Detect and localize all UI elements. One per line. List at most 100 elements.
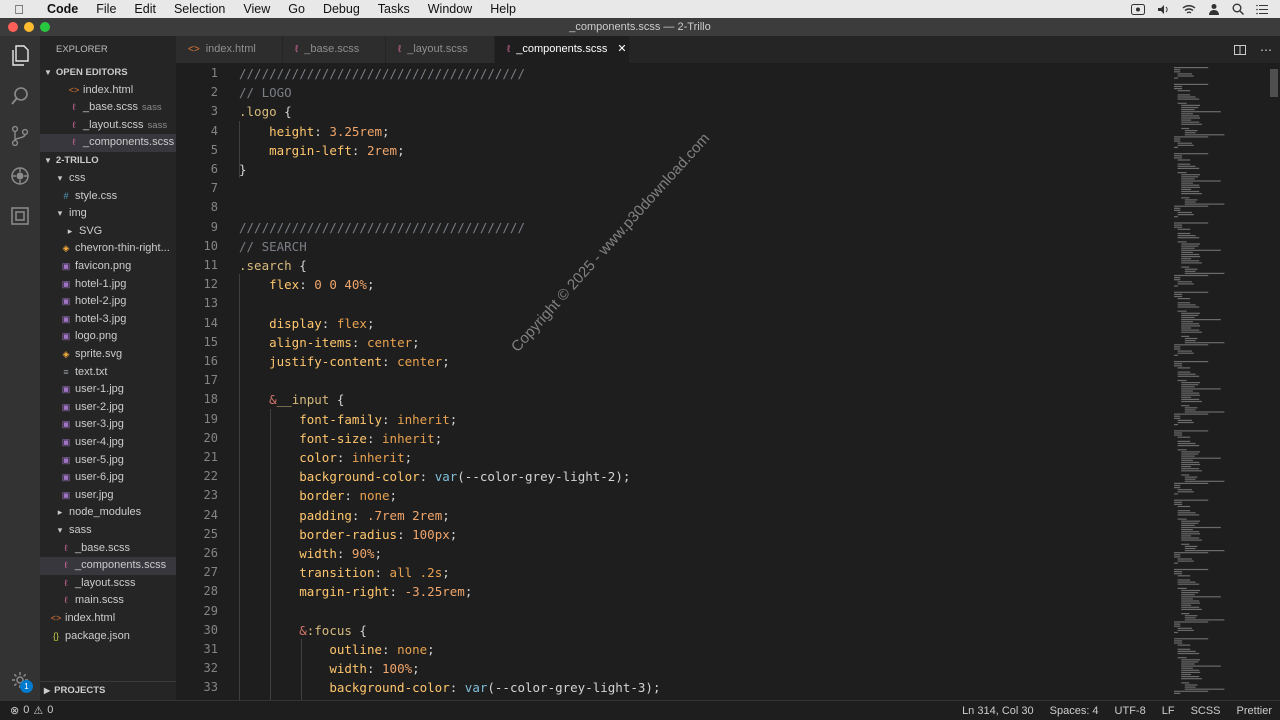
code-line[interactable]: 22 background-color: var(--color-grey-li… <box>176 467 1166 486</box>
formatter-status[interactable]: Prettier <box>1237 705 1272 717</box>
projects-section[interactable]: ▶ PROJECTS <box>40 681 176 699</box>
tree-file-text-txt[interactable]: ≡ text.txt <box>40 364 176 382</box>
open-editor-base-scss[interactable]: ℓ _base.scss sass <box>40 99 176 117</box>
notification-center-icon[interactable] <box>1256 4 1268 15</box>
menu-edit[interactable]: Edit <box>125 2 165 16</box>
tree-file-main-scss[interactable]: ℓ main.scss <box>40 592 176 610</box>
tree-folder-node-modules[interactable]: ▸ node_modules <box>40 504 176 522</box>
minimap[interactable] <box>1170 63 1270 700</box>
tree-folder-css[interactable]: ▾ css <box>40 170 176 188</box>
tree-file-user-4-jpg[interactable]: ▣ user-4.jpg <box>40 434 176 452</box>
close-tab-icon[interactable]: ✕ <box>617 43 626 55</box>
menu-file[interactable]: File <box>87 2 125 16</box>
code-line[interactable]: 17 <box>176 371 1166 390</box>
tree-file-hotel-3-jpg[interactable]: ▣ hotel-3.jpg <box>40 311 176 329</box>
menu-app[interactable]: Code <box>38 2 87 16</box>
language-mode[interactable]: SCSS <box>1191 705 1221 717</box>
code-line[interactable]: 10 // SEARCH <box>176 237 1166 256</box>
minimize-window-button[interactable] <box>24 22 34 32</box>
tree-file-logo-png[interactable]: ▣ logo.png <box>40 328 176 346</box>
code-line[interactable]: 30 &:focus { <box>176 621 1166 640</box>
tree-file-hotel-1-jpg[interactable]: ▣ hotel-1.jpg <box>40 276 176 294</box>
code-line[interactable]: 25 border-radius: 100px; <box>176 525 1166 544</box>
tree-file-user-5-jpg[interactable]: ▣ user-5.jpg <box>40 452 176 470</box>
tree-file-components-scss[interactable]: ℓ _components.scss <box>40 557 176 575</box>
screen-record-icon[interactable] <box>1131 3 1145 15</box>
debug-icon[interactable] <box>8 164 32 188</box>
code-line[interactable]: 5 margin-left: 2rem; <box>176 141 1166 160</box>
editor-scrollbar-thumb[interactable] <box>1270 69 1278 97</box>
wifi-icon[interactable] <box>1182 4 1196 15</box>
tab-index-html[interactable]: <> index.html <box>176 36 282 63</box>
code-line[interactable]: 26 width: 90%; <box>176 544 1166 563</box>
menu-help[interactable]: Help <box>481 2 525 16</box>
user-icon[interactable] <box>1208 3 1220 15</box>
open-editors-section[interactable]: ▼ OPEN EDITORS <box>40 64 176 82</box>
code-line[interactable]: 29 <box>176 602 1166 621</box>
menu-go[interactable]: Go <box>279 2 314 16</box>
tree-folder-svg[interactable]: ▸ SVG <box>40 223 176 241</box>
menu-tasks[interactable]: Tasks <box>369 2 419 16</box>
tree-folder-img[interactable]: ▾ img <box>40 205 176 223</box>
problems-indicator[interactable]: ⊗ 0 ⚠ 0 <box>0 704 53 717</box>
search-icon[interactable] <box>1232 3 1244 15</box>
code-line[interactable]: 1 ////////////////////////////////////// <box>176 64 1166 83</box>
close-window-button[interactable] <box>8 22 18 32</box>
code-line[interactable]: 12 flex: 0 0 40%; <box>176 275 1166 294</box>
code-line[interactable]: 3 .logo { <box>176 102 1166 121</box>
menu-selection[interactable]: Selection <box>165 2 234 16</box>
open-editor-components-scss[interactable]: ℓ _components.scss <box>40 134 176 152</box>
code-line[interactable]: 19 font-family: inherit; <box>176 410 1166 429</box>
tree-file-user-6-jpg[interactable]: ▣ user-6.jpg <box>40 469 176 487</box>
code-line[interactable]: 16 justify-content: center; <box>176 352 1166 371</box>
end-of-line[interactable]: LF <box>1162 705 1175 717</box>
split-editor-icon[interactable] <box>1234 44 1246 55</box>
menu-debug[interactable]: Debug <box>314 2 369 16</box>
tree-file-chevron-thin-right[interactable]: ◈ chevron-thin-right... <box>40 240 176 258</box>
volume-icon[interactable] <box>1157 4 1170 15</box>
code-line[interactable]: 21 color: inherit; <box>176 448 1166 467</box>
tree-file-user-3-jpg[interactable]: ▣ user-3.jpg <box>40 416 176 434</box>
code-line[interactable]: 11 .search { <box>176 256 1166 275</box>
code-line[interactable]: 14 display: flex; <box>176 314 1166 333</box>
project-section-2-trillo[interactable]: ▼ 2-TRILLO <box>40 152 176 170</box>
code-line[interactable]: 13 <box>176 294 1166 313</box>
tree-file-base-scss[interactable]: ℓ _base.scss <box>40 540 176 558</box>
code-line[interactable]: 8 <box>176 198 1166 217</box>
extensions-icon[interactable] <box>8 204 32 228</box>
code-line[interactable]: 32 width: 100%; <box>176 659 1166 678</box>
apple-menu-icon[interactable]:  <box>0 2 38 17</box>
code-line[interactable]: 23 border: none; <box>176 486 1166 505</box>
source-control-icon[interactable] <box>8 124 32 148</box>
tree-file-layout-scss[interactable]: ℓ _layout.scss <box>40 575 176 593</box>
code-line[interactable]: 18 &__input { <box>176 390 1166 409</box>
code-line[interactable]: 15 align-items: center; <box>176 333 1166 352</box>
tree-file-hotel-2-jpg[interactable]: ▣ hotel-2.jpg <box>40 293 176 311</box>
tree-file-style-css[interactable]: # style.css <box>40 188 176 206</box>
tree-file-user-2-jpg[interactable]: ▣ user-2.jpg <box>40 399 176 417</box>
tab-components-scss[interactable]: ℓ _components.scss ✕ <box>495 36 629 63</box>
code-line[interactable]: 31 outline: none; <box>176 640 1166 659</box>
code-line[interactable]: 33 background-color: var(--color-grey-li… <box>176 678 1166 697</box>
menu-window[interactable]: Window <box>419 2 481 16</box>
tree-file-package-json[interactable]: {} package.json <box>40 628 176 646</box>
code-line[interactable]: 28 margin-right: -3.25rem; <box>176 582 1166 601</box>
cursor-position[interactable]: Ln 314, Col 30 <box>962 705 1034 717</box>
tree-folder-sass[interactable]: ▾ sass <box>40 522 176 540</box>
open-editor-layout-scss[interactable]: ℓ _layout.scss sass <box>40 117 176 135</box>
tree-file-sprite-svg[interactable]: ◈ sprite.svg <box>40 346 176 364</box>
tab-base-scss[interactable]: ℓ _base.scss <box>283 36 385 63</box>
search-view-icon[interactable] <box>8 84 32 108</box>
tree-file-user-jpg[interactable]: ▣ user.jpg <box>40 487 176 505</box>
menu-view[interactable]: View <box>234 2 279 16</box>
code-line[interactable]: 2 // LOGO <box>176 83 1166 102</box>
code-editor[interactable]: 1 ////////////////////////////////////// 2… <box>176 63 1280 700</box>
tree-file-index-html[interactable]: <> index.html <box>40 610 176 628</box>
encoding[interactable]: UTF-8 <box>1115 705 1146 717</box>
code-line[interactable]: 20 font-size: inherit; <box>176 429 1166 448</box>
tree-file-user-1-jpg[interactable]: ▣ user-1.jpg <box>40 381 176 399</box>
indentation[interactable]: Spaces: 4 <box>1050 705 1099 717</box>
more-actions-icon[interactable]: ⋯ <box>1260 43 1272 57</box>
open-editor-index-html[interactable]: <> index.html <box>40 82 176 100</box>
code-line[interactable]: 24 padding: .7rem 2rem; <box>176 506 1166 525</box>
